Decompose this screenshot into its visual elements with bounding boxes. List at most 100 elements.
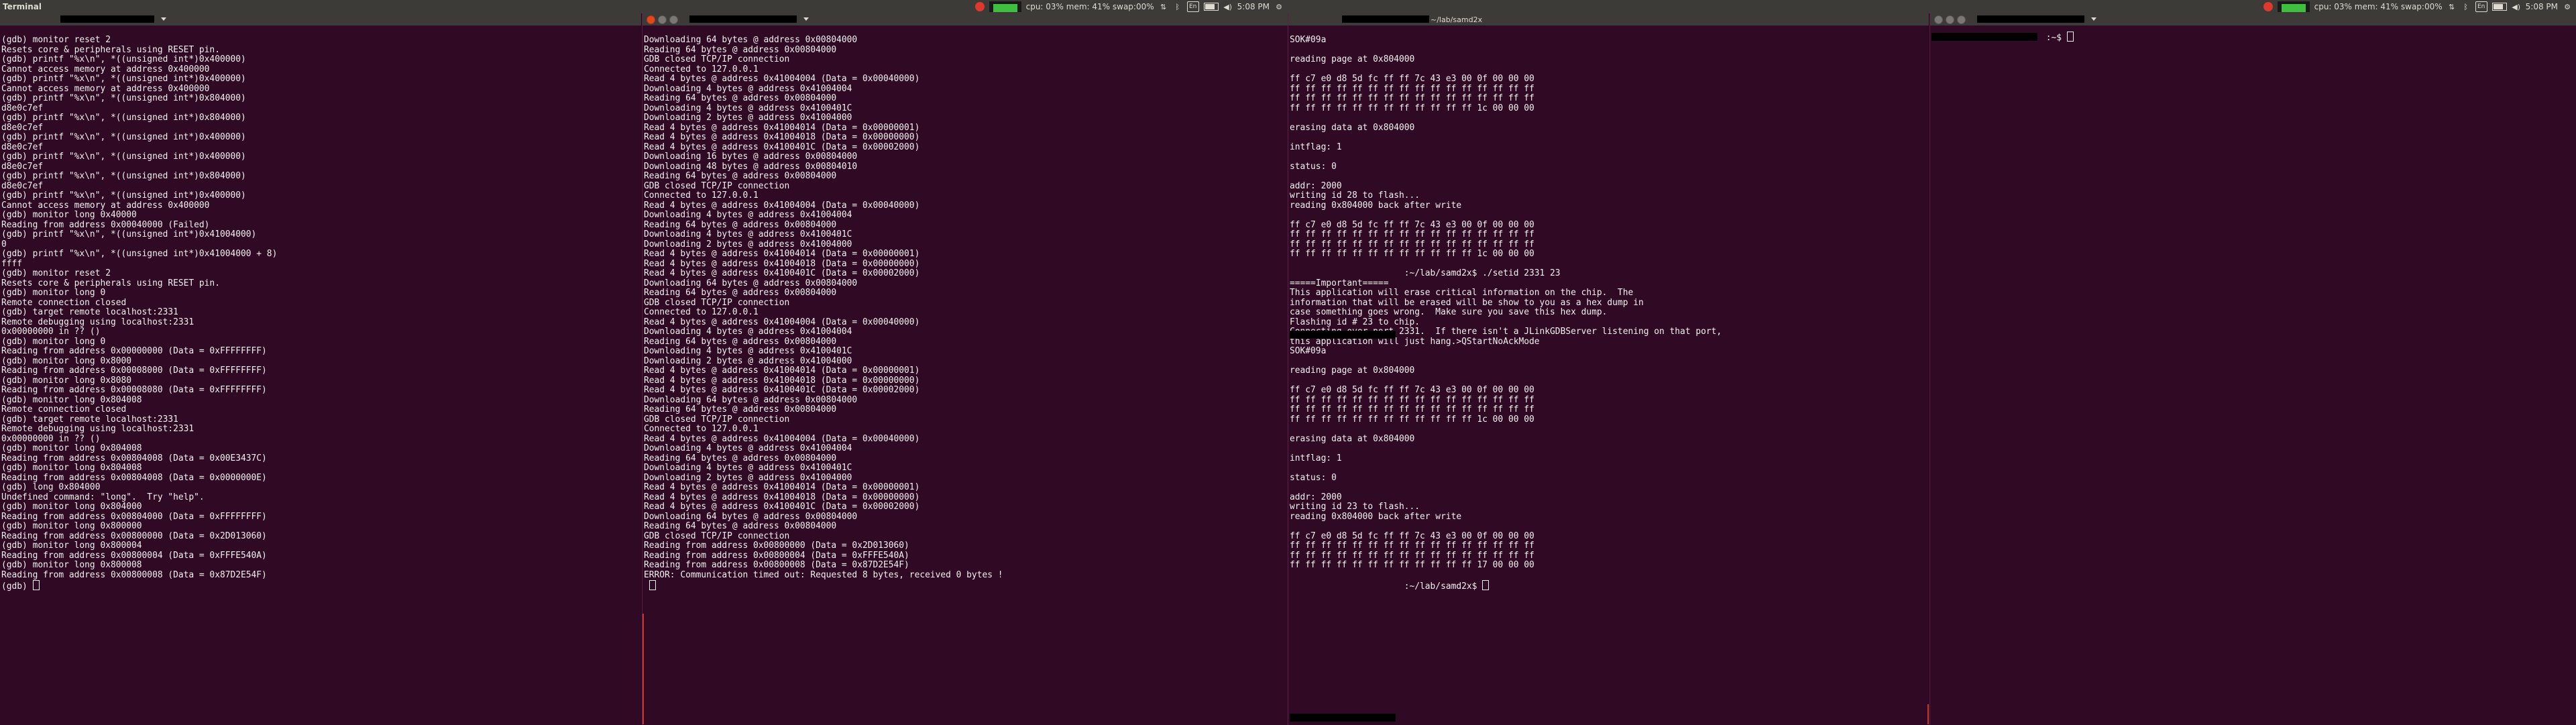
chevron-down-icon[interactable] bbox=[161, 17, 166, 21]
text-cursor bbox=[1482, 580, 1490, 590]
terminal-line: ff ff ff ff ff ff ff ff ff ff ff ff ff f… bbox=[1290, 394, 1534, 405]
terminal-line: :~/lab/samd2x$ bbox=[1290, 580, 1929, 592]
terminal-line: reading 0x804000 back after write bbox=[1290, 200, 1462, 211]
clock[interactable]: 5:08 PM bbox=[1237, 2, 1270, 11]
stop-icon[interactable] bbox=[974, 2, 985, 11]
terminal-output[interactable]: :~$ bbox=[1930, 32, 2576, 725]
keyboard-language-indicator[interactable]: En bbox=[1186, 1, 1199, 12]
scroll-indicator[interactable] bbox=[1927, 704, 1929, 724]
terminal-line: Read 4 bytes @ address 0x41004004 (Data … bbox=[644, 200, 920, 211]
terminal-line: Reading 64 bytes @ address 0x00804000 bbox=[644, 453, 837, 463]
terminal-line: Read 4 bytes @ address 0x41004004 (Data … bbox=[644, 433, 920, 444]
redacted-title bbox=[1342, 15, 1429, 23]
terminal-line: Reading 64 bytes @ address 0x00804000 bbox=[644, 288, 837, 298]
volume-icon[interactable]: ◀) bbox=[2512, 2, 2521, 11]
terminal-line: Read 4 bytes @ address 0x4100401C (Data … bbox=[644, 268, 920, 278]
terminal-line: reading page at 0x804000 bbox=[1290, 366, 1415, 376]
system-monitor-graph[interactable] bbox=[2277, 1, 2310, 12]
terminal-line: Reading 64 bytes @ address 0x00804000 bbox=[644, 93, 837, 103]
terminal-pane-setid[interactable]: ~/lab/samd2x SOK#09a reading page at 0x8… bbox=[1288, 13, 1929, 725]
system-stats[interactable]: cpu: 03% mem: 41% swap:00% bbox=[1026, 2, 1154, 11]
bluetooth-icon[interactable]: ᛒ bbox=[1173, 2, 1182, 11]
system-stats[interactable]: cpu: 03% mem: 41% swap:00% bbox=[2314, 2, 2443, 11]
terminal-line: (gdb) monitor long 0x804008 bbox=[1, 394, 142, 405]
terminal-line: Connected to 127.0.0.1 bbox=[644, 424, 759, 434]
terminal-line: intflag: 1 bbox=[1290, 453, 1342, 463]
terminal-line: reading 0x804000 back after write bbox=[1290, 511, 1462, 522]
transfer-icon[interactable]: ⇅ bbox=[2447, 2, 2457, 11]
battery-icon[interactable] bbox=[1203, 3, 1219, 11]
terminal-line: Remote connection closed bbox=[1, 297, 127, 308]
terminal-line: 0x00000000 in ?? () bbox=[1, 433, 101, 444]
chevron-down-icon[interactable] bbox=[803, 17, 809, 21]
terminal-line: (gdb) monitor long 0x804008 bbox=[1, 443, 142, 453]
keyboard-language-indicator[interactable]: En bbox=[2475, 1, 2487, 12]
terminal-line: d8e0c7ef bbox=[1, 142, 44, 152]
pane-titlebar[interactable] bbox=[1930, 13, 2576, 25]
terminal-line: (gdb) monitor reset 2 bbox=[1, 268, 111, 278]
close-button[interactable] bbox=[647, 15, 655, 24]
terminal-line: Reading from address 0x00000000 (Data = … bbox=[1, 346, 267, 356]
pane-titlebar[interactable] bbox=[642, 13, 1288, 25]
terminal-line: SOK#09a bbox=[1290, 346, 1327, 356]
terminal-line: 0x00000000 in ?? () bbox=[1, 327, 101, 337]
terminal-line: GDB closed TCP/IP connection bbox=[644, 414, 790, 425]
terminal-line: Reading from address 0x00800000 (Data = … bbox=[1, 531, 267, 541]
terminal-line: (gdb) printf "%x\n", *((unsigned int*)0x… bbox=[1, 190, 246, 201]
system-monitor-graph[interactable] bbox=[989, 1, 1021, 12]
terminal-line: Read 4 bytes @ address 0x41004014 (Data … bbox=[644, 366, 920, 376]
redacted-prompt bbox=[1290, 331, 1396, 339]
terminal-line: Read 4 bytes @ address 0x41004014 (Data … bbox=[644, 122, 920, 133]
terminal-pane-jlink[interactable]: Downloading 64 bytes @ address 0x0080400… bbox=[642, 13, 1288, 725]
terminal-line: Read 4 bytes @ address 0x41004004 (Data … bbox=[644, 74, 920, 84]
terminal-line: Downloading 4 bytes @ address 0x4100401C bbox=[644, 103, 852, 113]
terminal-line: Reading from address 0x00800008 (Data = … bbox=[644, 560, 909, 570]
terminal-line: Downloading 4 bytes @ address 0x41004004 bbox=[644, 83, 852, 94]
stop-icon[interactable] bbox=[2263, 2, 2273, 11]
terminal-line: Downloading 16 bytes @ address 0x0080400… bbox=[644, 152, 858, 162]
maximize-button[interactable] bbox=[1957, 15, 1966, 24]
terminal-line: Reading from address 0x00008080 (Data = … bbox=[1, 385, 267, 395]
terminal-line: intflag: 1 bbox=[1290, 142, 1342, 152]
terminal-line: Cannot access memory at address 0x400000 bbox=[1, 64, 210, 74]
terminal-line: ff ff ff ff ff ff ff ff ff ff ff ff ff f… bbox=[1290, 550, 1534, 561]
terminal-output[interactable]: SOK#09a reading page at 0x804000 ff c7 e… bbox=[1288, 35, 1929, 725]
maximize-button[interactable] bbox=[669, 15, 678, 24]
terminal-line: (gdb) printf "%x\n", *((unsigned int*)0x… bbox=[1, 132, 246, 142]
minimize-button[interactable] bbox=[658, 15, 667, 24]
terminal-pane-gdb[interactable]: (gdb) monitor reset 2 Resets core & perip… bbox=[0, 13, 641, 725]
close-button[interactable] bbox=[1934, 15, 1943, 24]
terminal-line: ff ff ff ff ff ff ff ff ff ff ff ff ff f… bbox=[1290, 229, 1534, 239]
pane-titlebar[interactable]: ~/lab/samd2x bbox=[1288, 13, 1929, 25]
scroll-indicator[interactable] bbox=[642, 614, 644, 724]
transfer-icon[interactable]: ⇅ bbox=[1159, 2, 1168, 11]
gear-icon[interactable]: ⚙ bbox=[1274, 2, 1284, 11]
terminal-line: Read 4 bytes @ address 0x41004018 (Data … bbox=[644, 132, 920, 142]
minimize-button[interactable] bbox=[1946, 15, 1954, 24]
terminal-line: GDB closed TCP/IP connection bbox=[644, 54, 790, 64]
chevron-down-icon[interactable] bbox=[2091, 17, 2096, 21]
terminal-line: Reading from address 0x00804000 (Data = … bbox=[1, 511, 267, 522]
terminal-output[interactable]: (gdb) monitor reset 2 Resets core & perip… bbox=[0, 35, 641, 725]
terminal-line: Downloading 4 bytes @ address 0x41004004 bbox=[644, 443, 852, 453]
battery-icon[interactable] bbox=[2491, 3, 2507, 11]
volume-icon[interactable]: ◀) bbox=[1223, 2, 1233, 11]
terminal-line: ff ff ff ff ff ff ff ff ff ff ff ff ff f… bbox=[1290, 83, 1534, 94]
terminal-pane-shell[interactable]: :~$ bbox=[1930, 13, 2576, 725]
bluetooth-icon[interactable]: ᛒ bbox=[2461, 2, 2471, 11]
terminal-line: Remote connection closed bbox=[1, 404, 127, 414]
pane-titlebar[interactable] bbox=[0, 13, 641, 25]
terminal-line: Cannot access memory at address 0x400000 bbox=[1, 200, 210, 211]
terminal-output[interactable]: Downloading 64 bytes @ address 0x0080400… bbox=[642, 35, 1288, 725]
terminal-line: Downloading 2 bytes @ address 0x41004000 bbox=[644, 113, 852, 123]
gear-icon[interactable]: ⚙ bbox=[2563, 2, 2572, 11]
terminal-line: (gdb) printf "%x\n", *((unsigned int*)0x… bbox=[1, 249, 278, 259]
terminal-line: Read 4 bytes @ address 0x41004018 (Data … bbox=[644, 258, 920, 269]
clock[interactable]: 5:08 PM bbox=[2526, 2, 2558, 11]
